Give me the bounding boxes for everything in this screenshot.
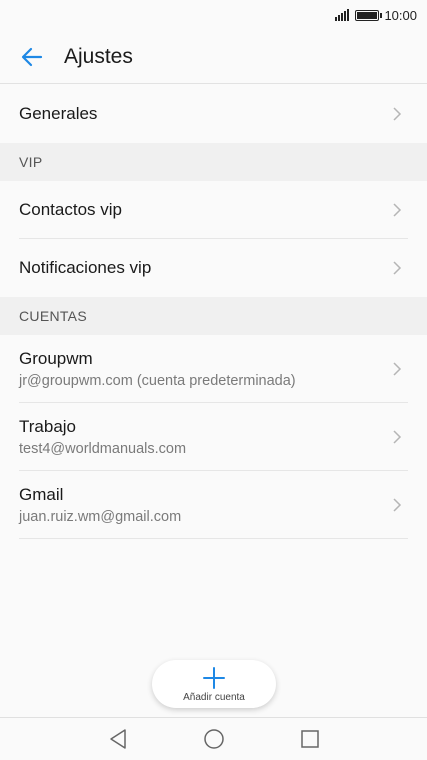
nav-recents-button[interactable] xyxy=(297,726,323,752)
chevron-right-icon xyxy=(393,261,402,275)
circle-home-icon xyxy=(203,729,224,749)
vip-notifications-label: Notificaciones vip xyxy=(19,258,152,277)
vip-notifications-item[interactable]: Notificaciones vip xyxy=(19,239,408,297)
chevron-right-icon xyxy=(393,107,402,121)
signal-icon xyxy=(335,9,350,21)
vip-contacts-label: Contactos vip xyxy=(19,199,122,219)
nav-home-button[interactable] xyxy=(201,726,227,752)
back-button[interactable] xyxy=(0,30,64,84)
general-settings-label: Generales xyxy=(19,104,98,123)
nav-back-button[interactable] xyxy=(105,726,131,752)
account-email: jr@groupwm.com (cuenta predeterminada) xyxy=(19,372,296,389)
page-title: Ajustes xyxy=(64,44,133,68)
account-name: Gmail xyxy=(19,484,64,504)
add-account-button[interactable]: Añadir cuenta xyxy=(152,660,276,708)
square-recents-icon xyxy=(300,730,319,748)
settings-list: Generales VIP Contactos vip Notificacion… xyxy=(0,85,427,539)
status-bar: 10:00 xyxy=(0,0,427,30)
account-item-trabajo[interactable]: Trabajo test4@worldmanuals.com xyxy=(19,403,408,471)
system-nav-bar xyxy=(0,717,427,760)
add-account-label: Añadir cuenta xyxy=(183,691,245,703)
chevron-right-icon xyxy=(393,497,402,512)
account-item-gmail[interactable]: Gmail juan.ruiz.wm@gmail.com xyxy=(19,471,408,539)
vip-section-header: VIP xyxy=(0,143,427,181)
accounts-section-header: CUENTAS xyxy=(0,297,427,335)
account-item-groupwm[interactable]: Groupwm jr@groupwm.com (cuenta predeterm… xyxy=(19,335,408,403)
account-name: Groupwm xyxy=(19,348,93,368)
triangle-back-icon xyxy=(109,729,126,749)
chevron-right-icon xyxy=(393,361,402,376)
general-settings-item[interactable]: Generales xyxy=(19,85,408,143)
account-email: test4@worldmanuals.com xyxy=(19,440,187,457)
plus-icon xyxy=(203,666,225,689)
app-bar: Ajustes xyxy=(0,30,427,84)
back-arrow-icon xyxy=(21,47,43,66)
vip-contacts-item[interactable]: Contactos vip xyxy=(19,181,408,239)
battery-icon xyxy=(355,9,383,21)
account-name: Trabajo xyxy=(19,416,77,436)
chevron-right-icon xyxy=(393,429,402,444)
account-email: juan.ruiz.wm@gmail.com xyxy=(19,508,182,525)
chevron-right-icon xyxy=(393,202,402,217)
status-time: 10:00 xyxy=(384,7,417,23)
